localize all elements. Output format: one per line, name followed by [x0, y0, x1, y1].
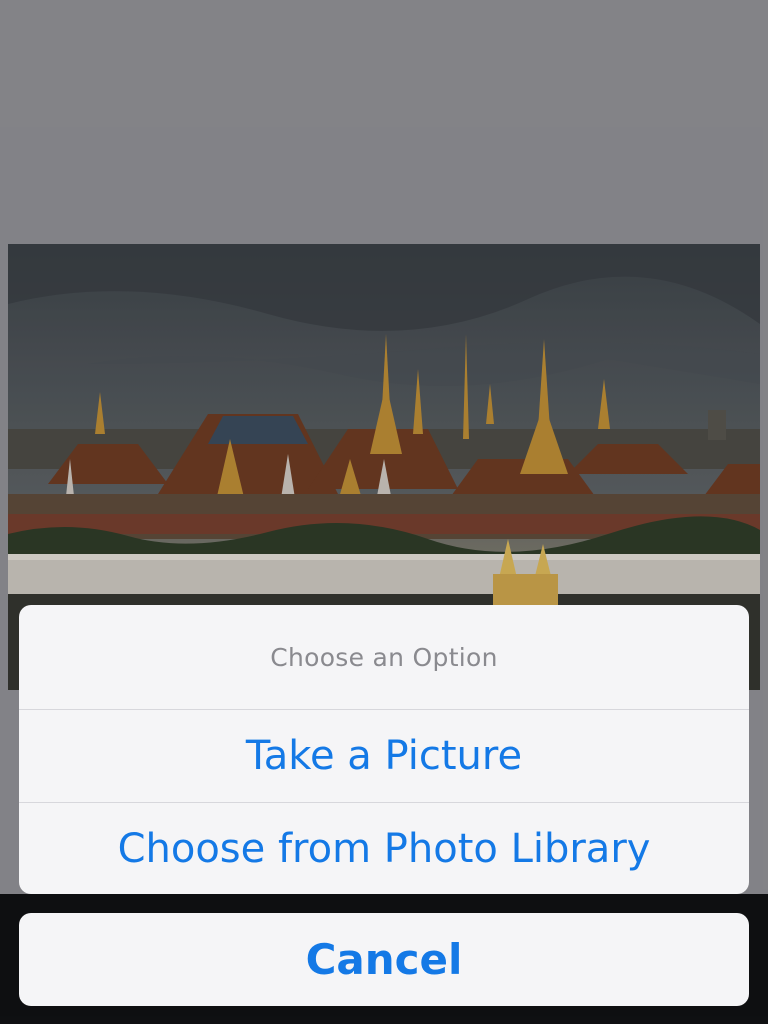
choose-from-library-button[interactable]: Choose from Photo Library	[19, 803, 749, 894]
action-sheet-title: Choose an Option	[19, 605, 749, 710]
cancel-button[interactable]: Cancel	[19, 913, 749, 1006]
action-sheet: Choose an Option Take a Picture Choose f…	[19, 605, 749, 894]
take-picture-button[interactable]: Take a Picture	[19, 710, 749, 803]
